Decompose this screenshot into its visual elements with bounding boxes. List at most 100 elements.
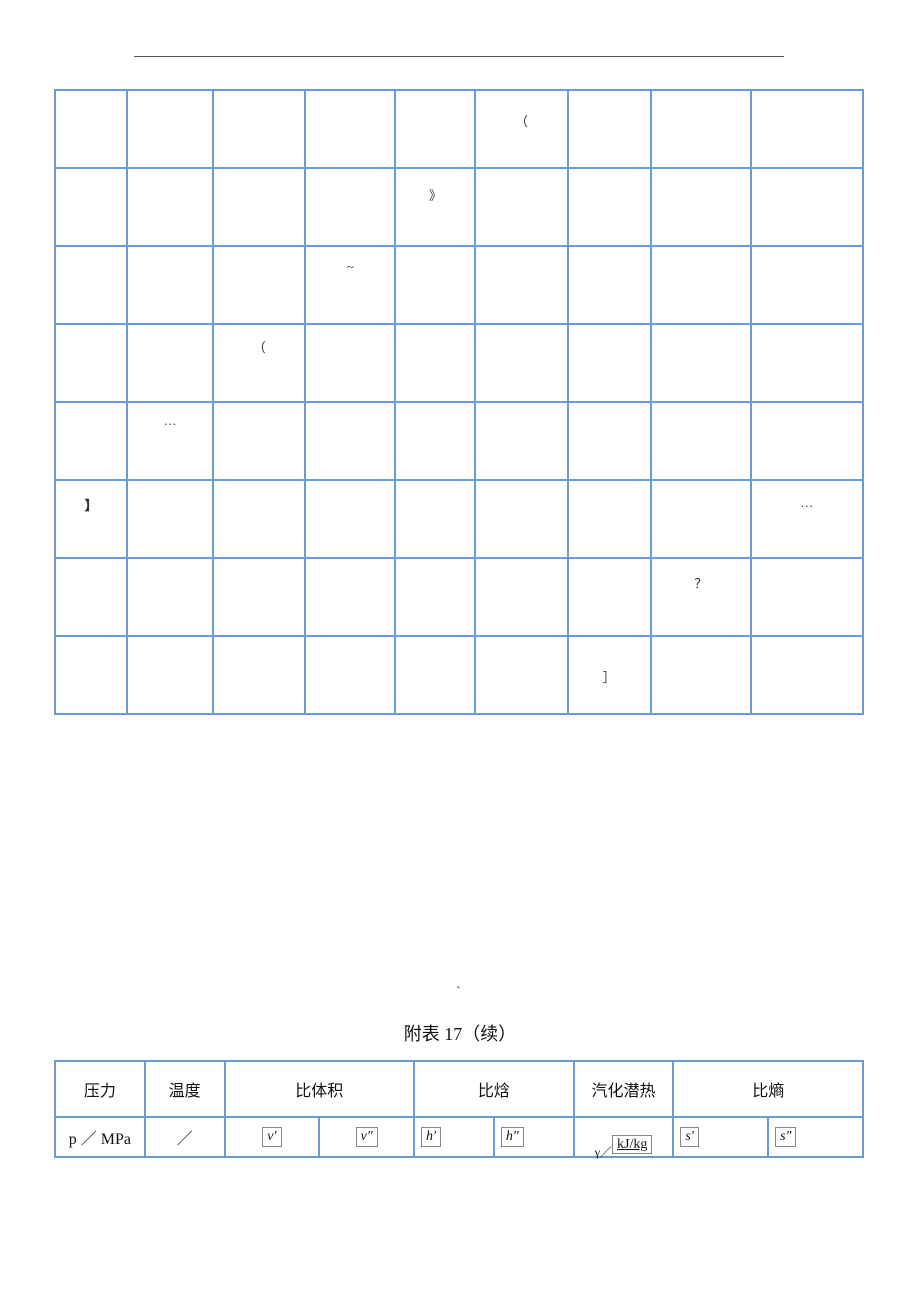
cell-text: ］: [603, 670, 616, 685]
table-subheader-row: p ／ MPa ／ ν′ ν″ h′ h″ γ／kJ/kg s′ s″: [55, 1117, 863, 1157]
cell: [213, 480, 305, 558]
cell: [305, 480, 395, 558]
sub-s2: s″: [768, 1117, 863, 1157]
cell: [395, 324, 475, 402]
cell: [127, 558, 213, 636]
cell: [568, 246, 651, 324]
table-row: …: [55, 402, 863, 480]
symbol-s-doubleprime: s″: [775, 1127, 796, 1146]
cell: 】: [55, 480, 127, 558]
cell: [305, 558, 395, 636]
cell: …: [127, 402, 213, 480]
cell: [751, 168, 863, 246]
cell: [305, 636, 395, 714]
cell-text: ？: [694, 576, 707, 591]
cell: [305, 402, 395, 480]
cell: [751, 246, 863, 324]
cell: [213, 402, 305, 480]
cell: [651, 636, 751, 714]
symbol-h-prime: h′: [421, 1127, 441, 1146]
cell: [751, 402, 863, 480]
cell: [475, 636, 567, 714]
cell: [568, 558, 651, 636]
col-specvol: 比体积: [225, 1061, 414, 1117]
cell: [213, 90, 305, 168]
col-entropy: 比熵: [673, 1061, 863, 1117]
cell: ］: [568, 636, 651, 714]
table-row: （: [55, 324, 863, 402]
sub-v1: ν′: [225, 1117, 320, 1157]
symbol-v-doubleprime: ν″: [356, 1127, 378, 1146]
table-caption: 附表 17（续）: [0, 1020, 920, 1046]
cell: [751, 636, 863, 714]
cell-text: …: [800, 495, 813, 510]
cell: [651, 480, 751, 558]
cell: [475, 558, 567, 636]
cell: [213, 636, 305, 714]
gamma-prefix: γ／: [595, 1143, 612, 1160]
cell: [305, 90, 395, 168]
cell: [127, 90, 213, 168]
cell: ？: [651, 558, 751, 636]
data-table-1: （ 》 ~: [54, 89, 864, 715]
col-pressure: 压力: [55, 1061, 145, 1117]
cell: [568, 168, 651, 246]
cell: [213, 558, 305, 636]
gamma-unit: kJ/kg: [612, 1135, 652, 1154]
header-text: 比熵: [752, 1083, 784, 1100]
cell: [651, 168, 751, 246]
cell: [127, 168, 213, 246]
header-text: 压力: [84, 1083, 116, 1100]
cell: [395, 246, 475, 324]
cell: [568, 402, 651, 480]
header-text: 温度: [169, 1083, 201, 1100]
cell: [127, 480, 213, 558]
backtick-char: `: [456, 985, 461, 1001]
cell: [55, 558, 127, 636]
cell-text: …: [164, 413, 177, 428]
cell: [127, 636, 213, 714]
symbol-v-prime: ν′: [262, 1127, 281, 1146]
cell: [395, 480, 475, 558]
sub-h2: h″: [494, 1117, 574, 1157]
sub-h1: h′: [414, 1117, 494, 1157]
cell: [55, 168, 127, 246]
header-text: 比焓: [478, 1083, 510, 1100]
cell: [651, 90, 751, 168]
cell: [475, 246, 567, 324]
cell: 》: [395, 168, 475, 246]
symbol-s-prime: s′: [680, 1127, 699, 1146]
cell: [475, 168, 567, 246]
col-latent: 汽化潜热: [574, 1061, 674, 1117]
sub-text: p ／ MPa: [69, 1131, 131, 1148]
cell-text: 》: [429, 188, 442, 203]
cell: [395, 90, 475, 168]
cell: [568, 480, 651, 558]
cell: [475, 402, 567, 480]
table-row: （: [55, 90, 863, 168]
cell: [127, 324, 213, 402]
cell: [651, 402, 751, 480]
table-row: ~: [55, 246, 863, 324]
cell: [568, 90, 651, 168]
cell: [305, 168, 395, 246]
sub-v2: ν″: [319, 1117, 414, 1157]
cell: [395, 402, 475, 480]
cell: （: [213, 324, 305, 402]
col-temperature: 温度: [145, 1061, 225, 1117]
horizontal-rule-top: [134, 56, 784, 57]
table-row: 】 …: [55, 480, 863, 558]
table-row: ］: [55, 636, 863, 714]
cell: （: [475, 90, 567, 168]
sub-pressure: p ／ MPa: [55, 1117, 145, 1157]
cell: [475, 480, 567, 558]
table-header-row: 压力 温度 比体积 比焓 汽化潜热 比熵: [55, 1061, 863, 1117]
data-table-2: 压力 温度 比体积 比焓 汽化潜热 比熵 p ／ MPa ／ ν′ ν″ h′ …: [54, 1060, 864, 1158]
sub-text: ／: [177, 1131, 193, 1148]
cell-text: ~: [347, 259, 354, 274]
cell: [395, 636, 475, 714]
cell: …: [751, 480, 863, 558]
cell: [55, 90, 127, 168]
table-row: 》: [55, 168, 863, 246]
cell: [55, 324, 127, 402]
